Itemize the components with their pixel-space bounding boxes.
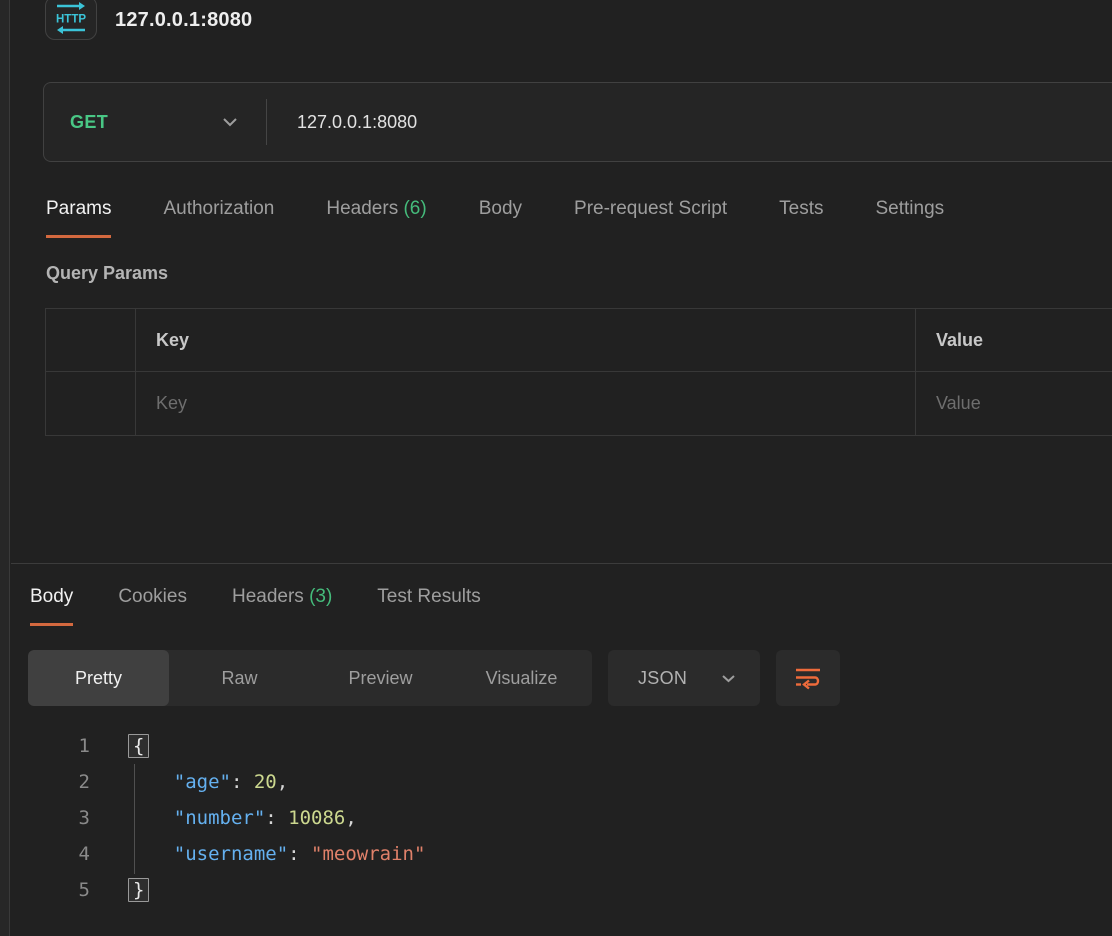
request-header: HTTP 127.0.0.1:8080 xyxy=(45,0,252,40)
line-number: 5 xyxy=(0,872,90,908)
tab-label: Headers xyxy=(232,586,304,607)
http-swap-icon: HTTP xyxy=(53,1,89,35)
code-token-key: "username" xyxy=(174,843,288,865)
url-bar-divider xyxy=(266,99,267,145)
code-line: 4 "username": "meowrain" xyxy=(0,836,1112,872)
response-tabs: Body Cookies Headers (3) Test Results xyxy=(30,586,481,626)
line-number: 1 xyxy=(0,728,90,764)
tab-label: Body xyxy=(30,586,73,607)
tab-label: Body xyxy=(479,198,522,219)
code-line-content: "age": 20, xyxy=(128,764,288,800)
view-mode-raw[interactable]: Raw xyxy=(169,650,310,706)
code-token-brace: { xyxy=(128,734,149,758)
code-token-num: 20 xyxy=(254,771,277,793)
table-select-column xyxy=(46,309,136,371)
tab-count-badge: (3) xyxy=(304,586,333,607)
key-column-header: Key xyxy=(136,309,916,371)
tab-label: Test Results xyxy=(377,586,480,607)
view-mode-visualize[interactable]: Visualize xyxy=(451,650,592,706)
tab-label: Params xyxy=(46,198,111,219)
word-wrap-icon xyxy=(795,666,821,690)
code-token-num: 10086 xyxy=(288,807,345,829)
http-request-badge: HTTP xyxy=(45,0,97,40)
table-header-row: Key Value xyxy=(46,309,1112,372)
tab-cookies[interactable]: Cookies xyxy=(118,586,187,626)
code-line-content: "number": 10086, xyxy=(128,800,357,836)
code-token-key: "number" xyxy=(174,807,266,829)
view-mode-preview[interactable]: Preview xyxy=(310,650,451,706)
tab-label: Authorization xyxy=(163,198,274,219)
code-token-plain: : xyxy=(288,843,311,865)
code-line: 2 "age": 20, xyxy=(0,764,1112,800)
response-view-toolbar: PrettyRawPreviewVisualize JSON xyxy=(28,650,840,706)
key-input[interactable]: Key xyxy=(136,372,916,435)
tab-count-badge: (6) xyxy=(398,198,427,219)
format-dropdown[interactable]: JSON xyxy=(608,650,760,706)
query-params-table: Key Value Key Value xyxy=(45,308,1112,436)
tab-body[interactable]: Body xyxy=(30,586,73,626)
code-line-content: "username": "meowrain" xyxy=(128,836,425,872)
svg-text:HTTP: HTTP xyxy=(56,14,86,26)
line-number: 4 xyxy=(0,836,90,872)
tab-headers[interactable]: Headers (3) xyxy=(232,586,332,626)
response-body-code[interactable]: 1{2 "age": 20,3 "number": 10086,4 "usern… xyxy=(0,728,1112,908)
value-input[interactable]: Value xyxy=(916,372,1112,435)
tab-pre-request-script[interactable]: Pre-request Script xyxy=(574,198,727,238)
code-token-brace: } xyxy=(128,878,149,902)
tab-body[interactable]: Body xyxy=(479,198,522,238)
tab-label: Settings xyxy=(876,198,945,219)
value-column-header: Value xyxy=(916,309,1112,371)
tab-label: Cookies xyxy=(118,586,187,607)
request-tabs: Params Authorization Headers (6) Body Pre-re… xyxy=(46,198,944,238)
row-select-cell[interactable] xyxy=(46,372,136,435)
tab-params[interactable]: Params xyxy=(46,198,111,238)
method-select[interactable]: GET xyxy=(44,112,266,133)
code-token-plain: , xyxy=(345,807,356,829)
code-token-str: "meowrain" xyxy=(311,843,425,865)
url-input[interactable]: 127.0.0.1:8080 xyxy=(297,112,417,133)
line-number: 2 xyxy=(0,764,90,800)
tab-settings[interactable]: Settings xyxy=(876,198,945,238)
tab-label: Tests xyxy=(779,198,823,219)
code-token-plain: , xyxy=(277,771,288,793)
method-label: GET xyxy=(70,112,108,133)
view-mode-segmented-control: PrettyRawPreviewVisualize xyxy=(28,650,592,706)
format-label: JSON xyxy=(638,668,687,689)
tab-label: Headers xyxy=(326,198,398,219)
code-line: 5} xyxy=(0,872,1112,908)
view-mode-pretty[interactable]: Pretty xyxy=(28,650,169,706)
tab-tests[interactable]: Tests xyxy=(779,198,823,238)
chevron-down-icon xyxy=(222,117,238,127)
tab-headers[interactable]: Headers (6) xyxy=(326,198,426,238)
wrap-lines-button[interactable] xyxy=(776,650,840,706)
query-params-title: Query Params xyxy=(46,263,168,284)
code-line: 3 "number": 10086, xyxy=(0,800,1112,836)
table-row: Key Value xyxy=(46,372,1112,435)
chevron-down-icon xyxy=(721,674,736,683)
tab-test-results[interactable]: Test Results xyxy=(377,586,480,626)
code-token-plain: : xyxy=(231,771,254,793)
tab-authorization[interactable]: Authorization xyxy=(163,198,274,238)
code-line: 1{ xyxy=(0,728,1112,764)
tab-label: Pre-request Script xyxy=(574,198,727,219)
code-token-plain: : xyxy=(265,807,288,829)
url-bar: GET 127.0.0.1:8080 xyxy=(43,82,1112,162)
code-line-content: } xyxy=(128,872,149,908)
request-title: 127.0.0.1:8080 xyxy=(115,9,252,32)
code-token-key: "age" xyxy=(174,771,231,793)
response-section-divider[interactable] xyxy=(11,563,1112,564)
indent-guide xyxy=(134,764,135,874)
code-line-content: { xyxy=(128,728,149,764)
line-number: 3 xyxy=(0,800,90,836)
